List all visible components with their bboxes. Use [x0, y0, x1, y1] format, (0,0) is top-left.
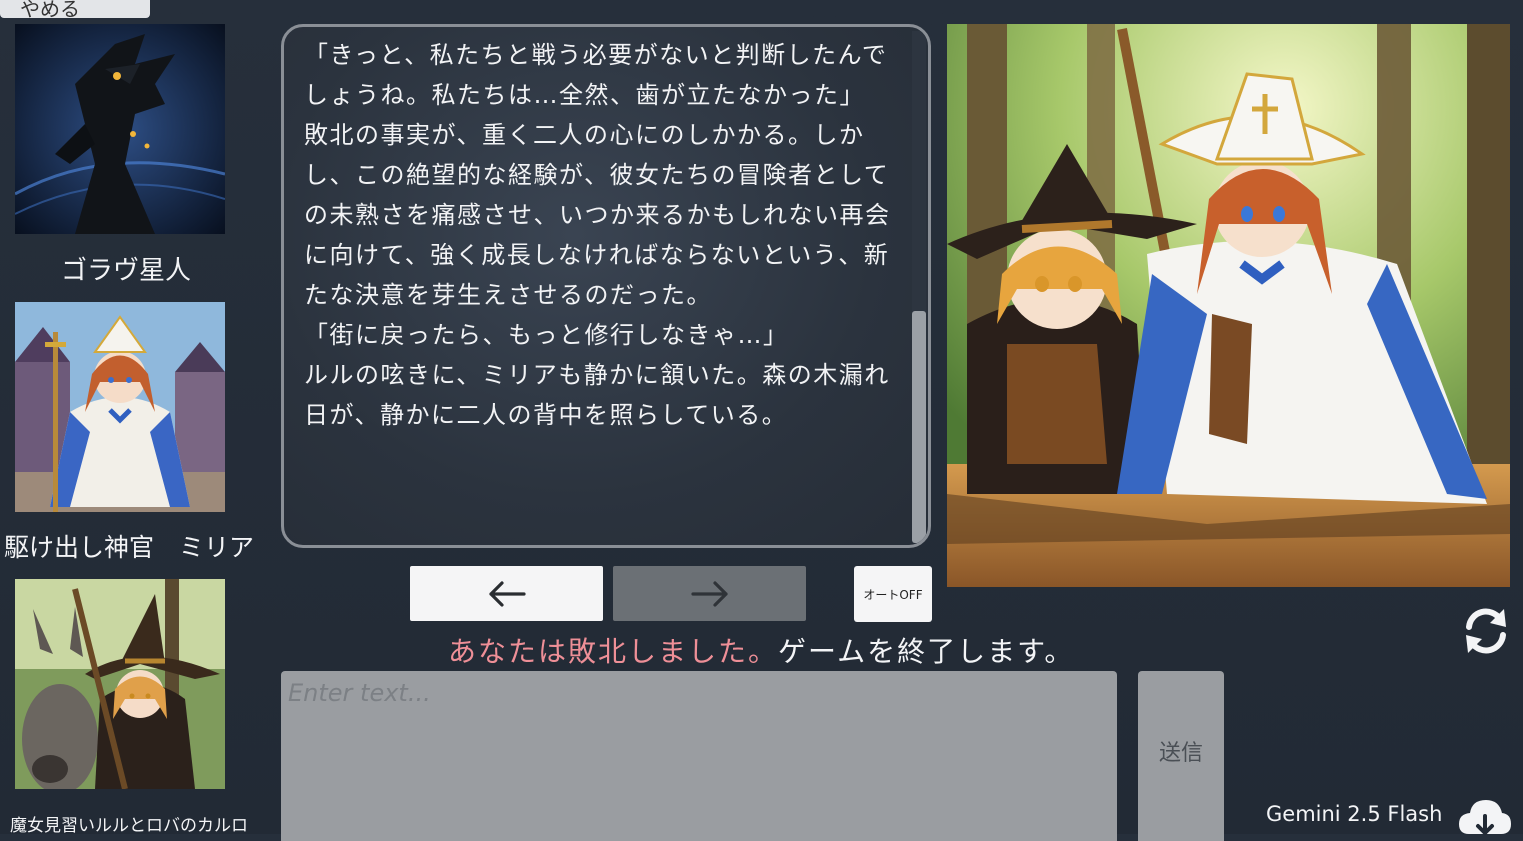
scene-illustration	[947, 24, 1510, 587]
character-portrait-golav[interactable]	[15, 24, 225, 234]
character-name: ゴラヴ星人	[60, 256, 191, 286]
story-paragraph: 敗北の事実が、重く二人の心にのしかかる。しかし、この絶望的な経験が、彼女たちの冒…	[304, 121, 891, 309]
character-portrait-lulu[interactable]	[15, 579, 225, 789]
scene-image	[947, 24, 1510, 587]
story-text: すと、カルロの首筋を優しく撫でた。 「きっと、私たちと戦う必要がないと判断したん…	[304, 27, 904, 435]
quit-tab[interactable]: やめる	[0, 0, 150, 18]
auto-toggle-button[interactable]: オートOFF	[854, 566, 932, 622]
send-button[interactable]: 送信	[1138, 671, 1224, 841]
scrollbar-thumb[interactable]	[912, 311, 926, 543]
arrow-right-icon	[690, 580, 728, 607]
cloud-download-icon[interactable]	[1457, 794, 1513, 838]
game-end-text: ゲームを終了します。	[778, 635, 1075, 668]
character-portrait-miria[interactable]	[15, 302, 225, 512]
refresh-icon[interactable]	[1460, 605, 1512, 657]
witch-donkey-portrait-image	[15, 579, 225, 789]
defeat-text: あなたは敗北しました。	[448, 635, 779, 668]
story-paragraph: 「街に戻ったら、もっと修行しなきゃ…」	[304, 321, 789, 349]
next-page-button[interactable]	[613, 566, 806, 621]
story-text-box[interactable]: すと、カルロの首筋を優しく撫でた。 「きっと、私たちと戦う必要がないと判断したん…	[281, 24, 931, 548]
story-scrollbar[interactable]	[912, 31, 926, 543]
story-paragraph: 「きっと、私たちと戦う必要がないと判断したんでしょうね。私たちは…全然、歯が立た…	[304, 41, 888, 109]
prev-page-button[interactable]	[410, 566, 603, 621]
character-name: 駆け出し神官 ミリア	[3, 533, 254, 562]
game-result-message: あなたは敗北しました。ゲームを終了します。	[448, 630, 1074, 670]
priestess-portrait-image	[15, 302, 225, 512]
quit-tab-label: やめる	[20, 0, 80, 18]
arrow-left-icon	[488, 580, 526, 607]
message-input[interactable]	[281, 671, 1117, 841]
character-name: 魔女見習いルルとロバのカルロ	[10, 816, 248, 836]
dark-alien-portrait-image	[15, 24, 225, 234]
model-name-label: Gemini 2.5 Flash	[1266, 802, 1443, 826]
story-paragraph: すと、カルロの首筋を優しく撫でた。	[304, 27, 904, 35]
story-paragraph: ルルの呟きに、ミリアも静かに頷いた。森の木漏れ日が、静かに二人の背中を照らしてい…	[304, 361, 890, 429]
